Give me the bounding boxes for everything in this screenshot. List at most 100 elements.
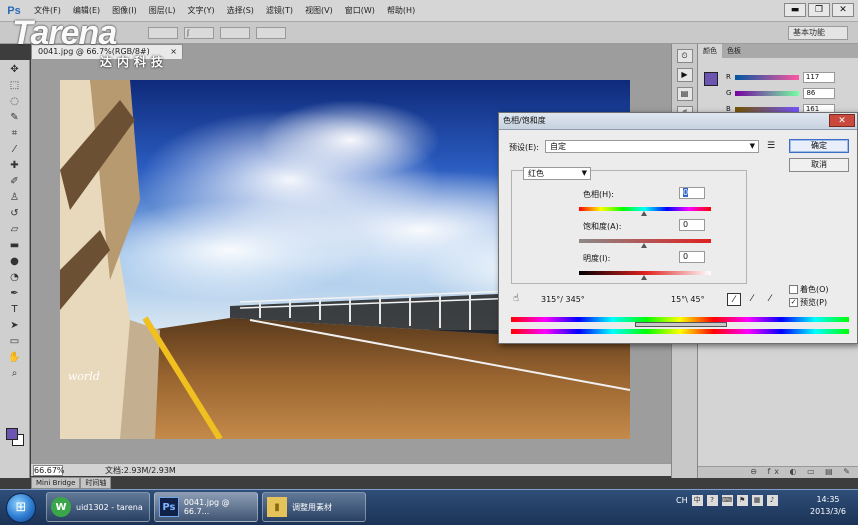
close-icon[interactable]: × — [170, 45, 177, 58]
layers-panel-buttons[interactable]: ⊖ fx ◐ ▭ ▤ ✎ — [698, 466, 858, 478]
folder-icon: ▮ — [267, 497, 287, 517]
clone-stamp-icon[interactable]: ♙ — [6, 190, 24, 204]
flag-icon[interactable]: ⚑ — [736, 495, 748, 506]
hue-input[interactable]: 0 — [679, 187, 705, 199]
quick-select-tool-icon[interactable]: ✎ — [6, 110, 24, 124]
zoom-tool-icon[interactable]: ⌕ — [6, 366, 24, 380]
shape-tool-icon[interactable]: ▭ — [6, 334, 24, 348]
hue-slider-thumb[interactable] — [641, 211, 647, 216]
actions-panel-icon[interactable]: ▶ — [676, 68, 693, 82]
option-field[interactable] — [256, 27, 286, 39]
menu-bar: Ps 文件(F) 编辑(E) 图像(I) 图层(L) 文字(Y) 选择(S) 滤… — [0, 0, 858, 22]
windows-taskbar: ⊞ W uid1302 - tarena Ps 0041.jpg @ 66.7.… — [0, 489, 858, 525]
blur-tool-icon[interactable]: ● — [6, 254, 24, 268]
preview-checkbox-box[interactable]: ✓ — [789, 298, 798, 307]
bottom-panel-tabs: Mini Bridge 时间轴 — [31, 477, 112, 489]
preview-label: 预览(P) — [800, 298, 828, 307]
eyedropper-icon[interactable]: ⁄ — [727, 293, 741, 306]
minimize-button[interactable]: ▬ — [784, 3, 806, 17]
option-field[interactable]: ʃ — [184, 27, 214, 39]
target-adjust-hand-icon[interactable]: ☝ — [513, 293, 519, 304]
menu-layer[interactable]: 图层(L) — [143, 5, 182, 16]
tab-color[interactable]: 颜色 — [698, 44, 722, 58]
eyedropper-plus-icon[interactable]: ⁄ — [745, 293, 759, 306]
green-slider[interactable] — [735, 90, 800, 96]
tarena-logo-subtitle: 达内科技 — [100, 55, 169, 69]
gradient-tool-icon[interactable]: ▬ — [6, 238, 24, 252]
lasso-tool-icon[interactable]: ◌ — [6, 94, 24, 108]
preview-checkbox[interactable]: ✓ 预览(P) — [789, 297, 827, 308]
canvas-watermark-text: world — [68, 370, 100, 383]
input-language-indicator[interactable]: CH — [676, 496, 688, 505]
channel-dropdown[interactable]: 红色 ▼ — [523, 167, 591, 180]
system-clock[interactable]: 14:35 2013/3/6 — [800, 494, 856, 518]
dialog-title: 色相/饱和度 — [503, 116, 546, 125]
red-value-field[interactable]: 117 — [802, 71, 835, 83]
color-range-slider[interactable] — [635, 322, 727, 327]
current-color-swatch[interactable] — [704, 72, 718, 86]
saturation-slider-thumb[interactable] — [641, 243, 647, 248]
color-panel-tabs: 颜色 色板 — [698, 44, 858, 58]
eyedropper-minus-icon[interactable]: ⁄ — [763, 293, 777, 306]
green-value-field[interactable]: 86 — [803, 87, 836, 99]
menu-select[interactable]: 选择(S) — [221, 5, 260, 16]
colorize-checkbox[interactable]: 着色(O) — [789, 284, 829, 295]
lightness-slider-thumb[interactable] — [641, 275, 647, 280]
type-tool-icon[interactable]: T — [6, 302, 24, 316]
volume-icon[interactable]: ♪ — [766, 495, 778, 506]
layer-comps-icon[interactable]: ▤ — [676, 87, 693, 101]
photoshop-icon: Ps — [159, 497, 179, 517]
dialog-close-button[interactable]: ✕ — [829, 114, 855, 127]
healing-brush-icon[interactable]: ✚ — [6, 158, 24, 172]
zoom-level-field[interactable]: 66.67% — [33, 464, 65, 476]
history-brush-icon[interactable]: ↺ — [6, 206, 24, 220]
restore-button[interactable]: ❐ — [808, 3, 830, 17]
ok-button[interactable]: 确定 — [789, 139, 849, 153]
color-row-label: R — [726, 73, 731, 81]
workspace-switcher[interactable]: 基本功能 — [788, 26, 848, 40]
history-panel-icon[interactable]: ⏲ — [676, 49, 693, 63]
taskbar-item-label: 0041.jpg @ 66.7... — [183, 498, 230, 516]
keyboard-icon[interactable]: ⌨ — [721, 495, 733, 506]
menu-window[interactable]: 窗口(W) — [339, 5, 381, 16]
start-button[interactable]: ⊞ — [6, 493, 36, 523]
tab-swatches[interactable]: 色板 — [722, 44, 746, 58]
dodge-tool-icon[interactable]: ◔ — [6, 270, 24, 284]
document-size-info: 文档:2.93M/2.93M — [105, 465, 176, 475]
network-icon[interactable]: ▦ — [751, 495, 763, 506]
menu-filter[interactable]: 滤镜(T) — [260, 5, 299, 16]
move-tool-icon[interactable]: ✥ — [6, 62, 24, 76]
option-field[interactable] — [148, 27, 178, 39]
taskbar-item-webex[interactable]: W uid1302 - tarena — [46, 492, 150, 522]
marquee-tool-icon[interactable]: ⬚ — [6, 78, 24, 92]
red-slider[interactable] — [734, 74, 799, 80]
cancel-button[interactable]: 取消 — [789, 158, 849, 172]
hand-tool-icon[interactable]: ✋ — [6, 350, 24, 364]
taskbar-item-photoshop[interactable]: Ps 0041.jpg @ 66.7... — [154, 492, 258, 522]
saturation-input[interactable]: 0 — [679, 219, 705, 231]
option-field[interactable] — [220, 27, 250, 39]
lightness-input[interactable]: 0 — [679, 251, 705, 263]
brush-tool-icon[interactable]: ✐ — [6, 174, 24, 188]
pen-tool-icon[interactable]: ✒ — [6, 286, 24, 300]
close-button[interactable]: ✕ — [832, 3, 854, 17]
eraser-tool-icon[interactable]: ▱ — [6, 222, 24, 236]
preset-options-icon[interactable]: ☰ — [767, 141, 775, 151]
taskbar-item-folder[interactable]: ▮ 调整用素材 — [262, 492, 366, 522]
menu-type[interactable]: 文字(Y) — [181, 5, 220, 16]
path-select-icon[interactable]: ➤ — [6, 318, 24, 332]
preset-dropdown[interactable]: 自定 ▼ — [545, 140, 759, 153]
tab-timeline[interactable]: 时间轴 — [80, 477, 112, 489]
eyedropper-tool-icon[interactable]: ⁄ — [6, 142, 24, 156]
blue-slider[interactable] — [734, 106, 799, 112]
foreground-color-swatch[interactable] — [6, 428, 18, 440]
colorize-checkbox-box[interactable] — [789, 285, 798, 294]
tarena-logo: Tarena — [12, 14, 117, 52]
color-row-label: G — [726, 89, 732, 97]
ime-icon[interactable]: 中 — [691, 495, 703, 506]
menu-help[interactable]: 帮助(H) — [381, 5, 421, 16]
help-icon[interactable]: ? — [706, 495, 718, 506]
tab-mini-bridge[interactable]: Mini Bridge — [31, 477, 81, 489]
crop-tool-icon[interactable]: ⌗ — [6, 126, 24, 140]
menu-view[interactable]: 视图(V) — [299, 5, 339, 16]
